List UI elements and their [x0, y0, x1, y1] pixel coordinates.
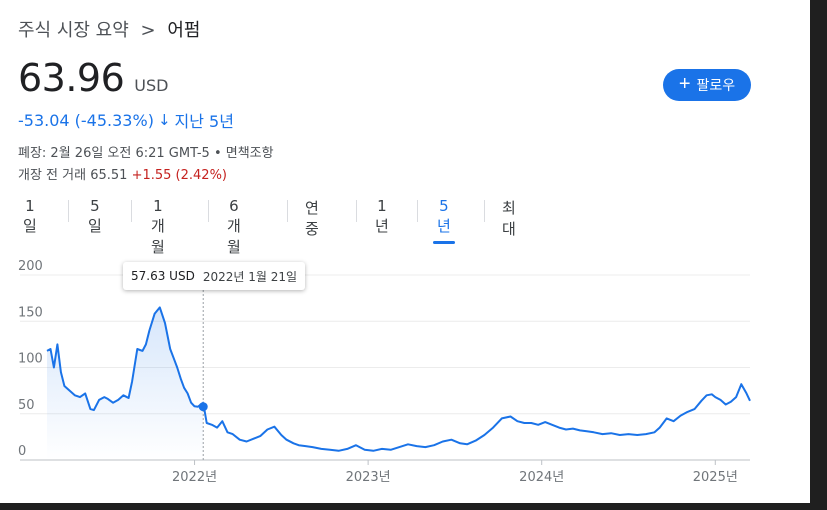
tab-divider — [68, 200, 69, 222]
hover-point — [198, 402, 208, 412]
currency-label: USD — [134, 76, 169, 95]
follow-button-label: 팔로우 — [696, 77, 736, 93]
plus-icon: + — [678, 73, 691, 95]
price-chart[interactable]: 0 50 100 150 200 2022년 2023년 2024년 2025년 — [0, 250, 810, 503]
tab-5y[interactable]: 5년 — [433, 197, 455, 244]
hover-tooltip: 57.63 USD 2022년 1월 21일 — [123, 262, 306, 290]
change-value: -53.04 (-45.33%) — [18, 110, 154, 130]
tab-divider — [287, 200, 288, 222]
y-tick-label: 0 — [18, 444, 26, 459]
breadcrumb-separator: > — [140, 20, 156, 41]
tab-divider — [484, 200, 485, 222]
premarket-info: 개장 전 거래 65.51 +1.55 (2.42%) — [18, 164, 227, 183]
tab-divider — [356, 200, 357, 222]
tab-divider — [208, 200, 209, 222]
breadcrumb: 주식 시장 요약 > 어펌 — [18, 16, 201, 42]
y-tick-label: 200 — [18, 259, 43, 274]
tab-max[interactable]: 최대 — [502, 197, 516, 247]
y-tick-label: 50 — [18, 398, 35, 413]
premarket-label: 개장 전 거래 — [18, 168, 87, 183]
tab-ytd[interactable]: 연중 — [305, 197, 319, 247]
current-price: 63.96 — [18, 56, 125, 100]
x-tick-label: 2025년 — [693, 470, 738, 485]
price-area-fill — [47, 307, 204, 460]
price-change: -53.04 (-45.33%) ↓ 지난 5년 — [18, 108, 234, 132]
x-tick-label: 2023년 — [346, 470, 391, 485]
tab-1y[interactable]: 1년 — [375, 197, 389, 244]
x-tick-label: 2022년 — [172, 470, 217, 485]
x-tick-label: 2024년 — [519, 470, 564, 485]
tooltip-date: 2022년 1월 21일 — [202, 269, 298, 284]
change-period: 지난 5년 — [174, 112, 234, 131]
tab-divider — [131, 200, 132, 222]
tab-1d[interactable]: 1일 — [23, 197, 37, 244]
breadcrumb-current: 어펌 — [167, 20, 201, 41]
arrow-down-icon: ↓ — [157, 111, 171, 129]
tab-divider — [417, 200, 418, 222]
breadcrumb-parent-link[interactable]: 주식 시장 요약 — [18, 20, 129, 41]
tab-5d[interactable]: 5일 — [88, 197, 102, 244]
market-closed-info: 폐장: 2월 26일 오전 6:21 GMT-5 • 면책조항 — [18, 146, 274, 161]
y-tick-label: 150 — [18, 305, 43, 320]
stock-summary-panel: 주식 시장 요약 > 어펌 63.96 USD + 팔로우 -53.04 (-4… — [0, 0, 810, 503]
follow-button[interactable]: + 팔로우 — [663, 69, 751, 101]
price-block: 63.96 USD — [18, 56, 168, 100]
premarket-price: 65.51 — [90, 168, 128, 183]
premarket-change: +1.55 (2.42%) — [131, 168, 227, 183]
y-tick-label: 100 — [18, 352, 43, 367]
tooltip-price: 57.63 USD — [131, 269, 195, 283]
